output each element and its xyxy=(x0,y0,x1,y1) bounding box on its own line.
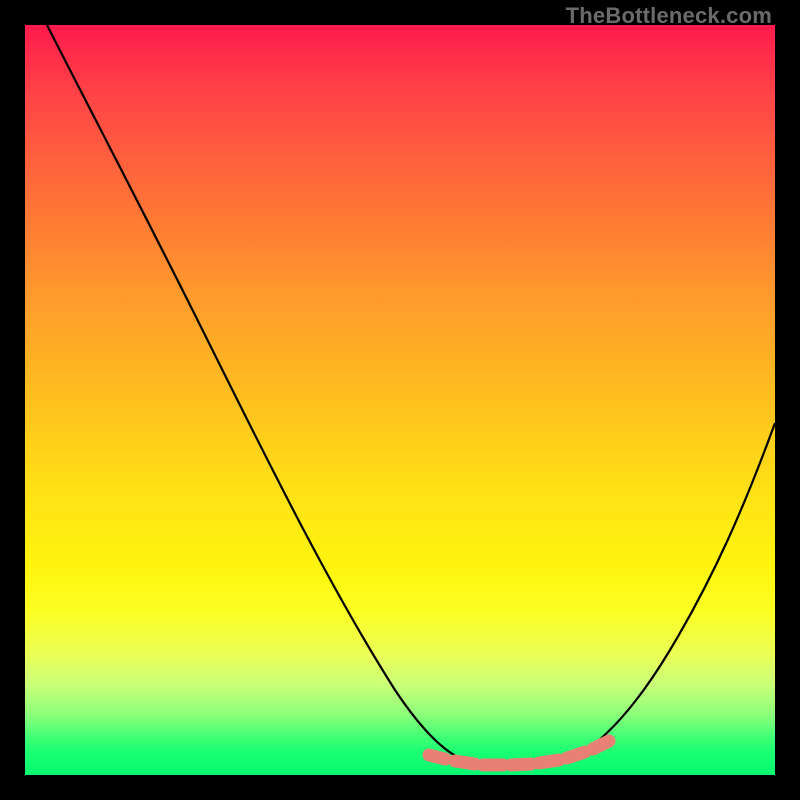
plot-area xyxy=(25,25,775,775)
trough-markers xyxy=(429,741,609,765)
curve-path xyxy=(47,25,775,766)
chart-stage: TheBottleneck.com xyxy=(0,0,800,800)
bottleneck-curve xyxy=(25,25,775,775)
